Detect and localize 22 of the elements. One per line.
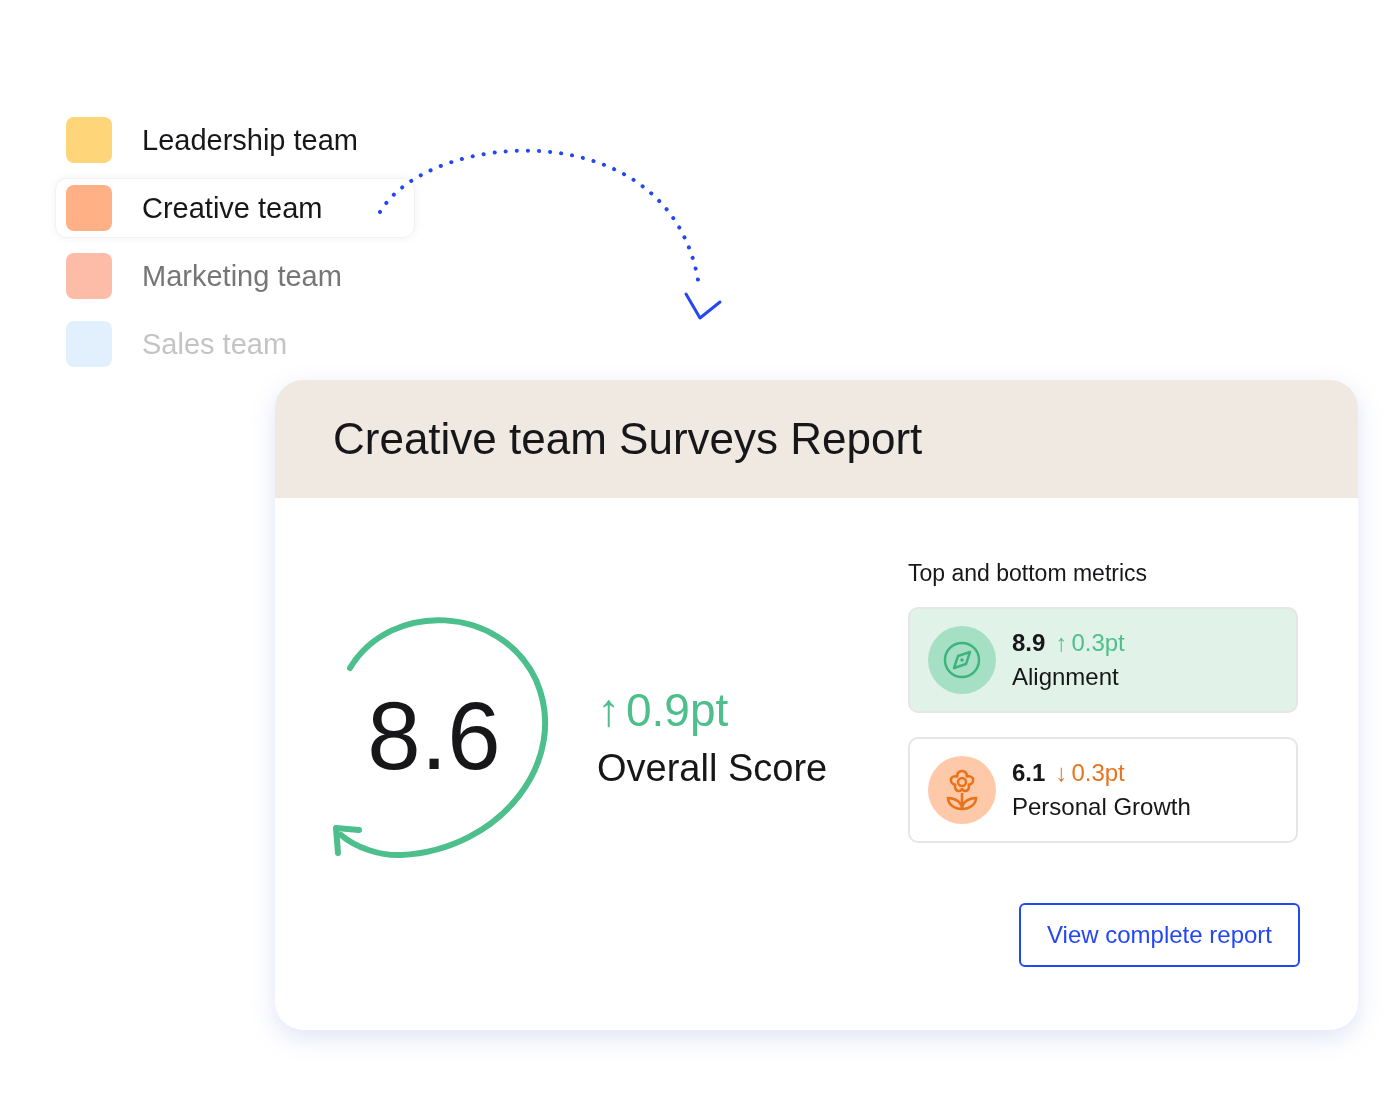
metric-change: 0.3pt [1071, 759, 1125, 787]
team-name: Sales team [142, 327, 288, 361]
score-label: Overall Score [597, 746, 828, 790]
arrow-glyph: ↑ [597, 682, 620, 737]
score-change: 0.9pt [626, 682, 729, 737]
team-name: Leadership team [142, 123, 359, 157]
team-item[interactable]: Leadership team [55, 110, 415, 170]
view-report-button[interactable]: View complete report [1019, 903, 1300, 967]
metric-label: Alignment [1012, 663, 1120, 691]
metric-value: 8.9 [1012, 629, 1046, 657]
metric-change: 0.3pt [1071, 629, 1125, 657]
arrow-glyph: ↑ [1055, 629, 1068, 657]
team-item[interactable]: Creative team [55, 178, 415, 238]
metrics-heading: Top and bottom metrics [908, 560, 1149, 587]
team-name: Marketing team [142, 259, 342, 293]
report-title: Creative team Surveys Report [333, 414, 923, 464]
metric-value: 6.1 [1012, 759, 1046, 787]
arrow-glyph: ↓ [1055, 759, 1068, 787]
metric-label: Personal Growth [1012, 793, 1191, 821]
overall-score: 8.6 [367, 681, 501, 791]
team-item[interactable]: Marketing team [55, 246, 415, 306]
team-name: Creative team [142, 191, 323, 225]
